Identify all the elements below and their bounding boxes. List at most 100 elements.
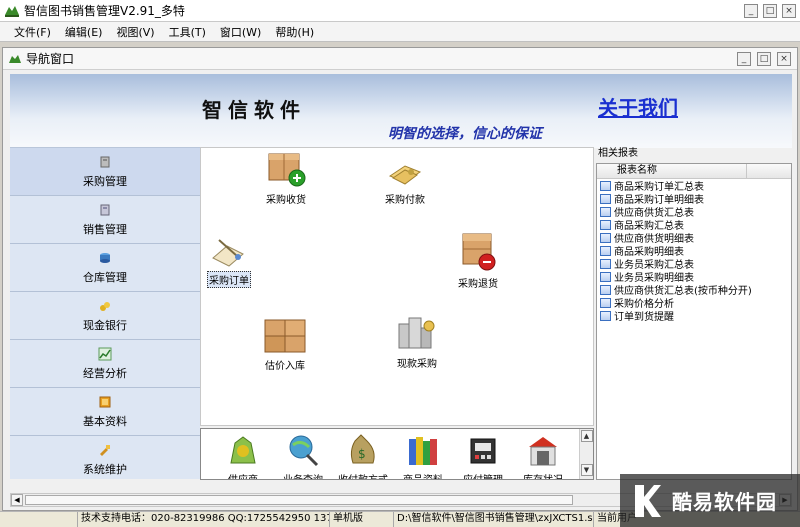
quick-product-data[interactable]: 商品资料	[395, 433, 451, 479]
flow-label: 采购订单	[207, 271, 251, 288]
scroll-up-arrow-icon[interactable]: ▲	[580, 430, 593, 442]
child-restore-button[interactable]: □	[757, 52, 771, 66]
cash-purchase-icon	[398, 317, 435, 349]
analysis-icon	[98, 347, 112, 360]
child-close-button[interactable]: ×	[777, 52, 791, 66]
report-icon	[600, 232, 611, 243]
navigation-window-titlebar: 导航窗口 _ □ ×	[3, 48, 797, 70]
brand-title: 智信软件	[202, 98, 306, 122]
quick-label: 收付款方式	[338, 471, 388, 479]
report-icon	[600, 284, 611, 295]
box-remove-icon	[462, 233, 496, 271]
restore-button[interactable]: □	[763, 4, 777, 18]
report-row[interactable]: 订单到货提醒	[597, 309, 791, 323]
nav-purchase[interactable]: 采购管理	[10, 148, 200, 196]
related-reports-panel: 相关报表 报表名称 商品采购订单汇总表 商品采购订单明细表 供应商供货汇总表 商…	[596, 147, 792, 480]
nav-basic-data[interactable]: 基本资料	[10, 388, 200, 436]
quick-access-strip: 供应商 业务查询 $ 收付款方式 商品资料 应付管理 库存状况 ▲ ▼	[200, 428, 594, 480]
report-icon	[600, 271, 611, 282]
related-reports-title: 相关报表	[598, 148, 638, 159]
minimize-button[interactable]: _	[744, 4, 758, 18]
flow-purchase-order[interactable]: 采购订单	[207, 234, 251, 288]
app-icon	[5, 5, 19, 17]
child-minimize-button[interactable]: _	[737, 52, 751, 66]
left-nav: 采购管理 销售管理 仓库管理 现金银行 经营分析 基本资料 系统维护	[10, 147, 200, 479]
globe-search-icon	[289, 435, 319, 467]
quick-label: 应付管理	[463, 471, 503, 479]
quick-label: 库存状况	[523, 471, 563, 479]
scroll-left-arrow-icon[interactable]: ◀	[11, 494, 23, 506]
quick-strip-scrollbar[interactable]: ▲ ▼	[579, 429, 593, 479]
flow-label: 采购收货	[266, 195, 306, 206]
flow-label: 采购付款	[385, 195, 425, 206]
nav-label: 采购管理	[83, 174, 127, 188]
menu-bar: 文件(F) 编辑(E) 视图(V) 工具(T) 窗口(W) 帮助(H)	[0, 22, 800, 42]
purchase-icon	[100, 156, 110, 167]
watermark-text: 酷易软件园	[672, 490, 777, 514]
quick-payable[interactable]: 应付管理	[455, 433, 511, 479]
nav-label: 仓库管理	[83, 270, 127, 284]
quick-label: 商品资料	[403, 471, 443, 479]
slogan: 明智的选择，信心的保证	[388, 126, 542, 142]
scroll-down-arrow-icon[interactable]: ▼	[580, 464, 593, 476]
title-bar: 智信图书销售管理V2.91_多特 _ □ ×	[0, 0, 800, 22]
report-list-header: 报表名称	[597, 164, 791, 179]
flow-purchase-receive[interactable]: 采购收货	[265, 150, 307, 206]
menu-view[interactable]: 视图(V)	[116, 24, 154, 40]
quick-label: 供应商	[228, 471, 258, 479]
navigation-window-icon	[9, 54, 21, 63]
status-path: D:\智信软件\智信图书销售管理\zxJXCTS1.sys	[394, 512, 594, 527]
box-add-icon	[268, 153, 306, 187]
quick-payment-method[interactable]: $ 收付款方式	[335, 433, 391, 479]
warehouse-building-icon	[529, 437, 557, 466]
warehouse-icon	[100, 252, 110, 263]
menu-window[interactable]: 窗口(W)	[220, 24, 261, 40]
nav-label: 销售管理	[83, 222, 127, 236]
quick-business-query[interactable]: 业务查询	[275, 433, 331, 479]
boxes-icon	[264, 319, 306, 353]
report-name: 订单到货提醒	[614, 312, 674, 323]
books-icon	[409, 437, 437, 465]
money-bag-icon: $	[350, 434, 375, 464]
purchase-flow-area: 采购收货 采购付款 采购订单 采购退货 估价入库 现款采购	[200, 147, 594, 426]
watermark-logo-icon	[635, 484, 661, 517]
quick-stock-status[interactable]: 库存状况	[515, 433, 571, 479]
menu-help[interactable]: 帮助(H)	[275, 24, 314, 40]
basic-data-icon	[99, 396, 111, 407]
status-empty-cell	[0, 512, 78, 527]
about-us-link[interactable]: 关于我们	[598, 92, 678, 121]
cash-register-icon	[470, 438, 496, 464]
order-icon	[212, 239, 244, 267]
svg-text:$: $	[358, 447, 366, 461]
scrollbar-thumb[interactable]	[25, 495, 573, 505]
menu-file[interactable]: 文件(F)	[14, 24, 51, 40]
quick-label: 业务查询	[283, 471, 323, 479]
menu-edit[interactable]: 编辑(E)	[65, 24, 103, 40]
nav-system[interactable]: 系统维护	[10, 436, 200, 479]
nav-label: 现金银行	[83, 318, 127, 332]
report-icon	[600, 206, 611, 217]
close-button[interactable]: ×	[782, 4, 796, 18]
nav-sales[interactable]: 销售管理	[10, 196, 200, 244]
report-icon	[600, 245, 611, 256]
nav-cash-bank[interactable]: 现金银行	[10, 292, 200, 340]
cash-bank-icon	[100, 301, 110, 311]
flow-estimate-stock-in[interactable]: 估价入库	[263, 316, 307, 372]
quick-supplier[interactable]: 供应商	[215, 433, 271, 479]
column-header-report-name[interactable]: 报表名称	[617, 164, 747, 178]
flow-purchase-return[interactable]: 采购退货	[457, 232, 499, 290]
flow-cash-purchase[interactable]: 现款采购	[395, 314, 439, 370]
watermark: 酷易软件园	[620, 474, 800, 527]
report-icon	[600, 219, 611, 230]
nav-analysis[interactable]: 经营分析	[10, 340, 200, 388]
status-mode: 单机版	[330, 512, 394, 527]
report-icon	[600, 310, 611, 321]
nav-warehouse[interactable]: 仓库管理	[10, 244, 200, 292]
status-support: 技术支持电话：020-82319986 QQ:1725542950 137028…	[78, 512, 330, 527]
banner: 智信软件 关于我们 明智的选择，信心的保证	[10, 74, 792, 148]
flow-purchase-pay[interactable]: 采购付款	[385, 158, 425, 206]
flow-label: 估价入库	[265, 361, 305, 372]
navigation-window-title: 导航窗口	[26, 52, 75, 66]
menu-tools[interactable]: 工具(T)	[169, 24, 206, 40]
report-icon	[600, 180, 611, 191]
